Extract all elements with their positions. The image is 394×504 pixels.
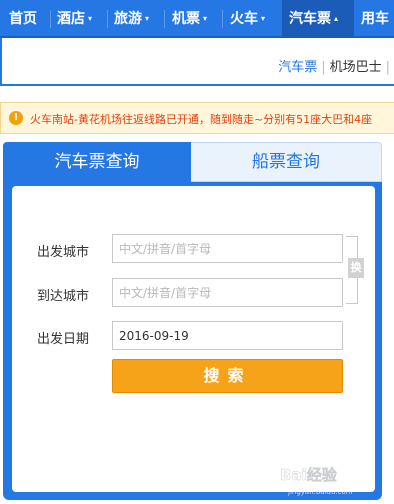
- chevron-down-icon: ▾: [261, 14, 266, 23]
- to-city-input[interactable]: [112, 278, 343, 307]
- nav-divider: [107, 10, 108, 28]
- nav-item-car-rental[interactable]: 用车: [361, 0, 389, 38]
- nav-item-travel[interactable]: 旅游 ▾: [114, 0, 149, 38]
- to-city-label: 到达城市: [37, 289, 90, 304]
- search-panel: 出发城市 换 到达城市 出发日期 搜索: [3, 182, 382, 500]
- nav-item-label: 酒店: [57, 11, 85, 27]
- swap-cities-button[interactable]: 换: [348, 258, 364, 278]
- watermark-text: Bai经验: [280, 466, 338, 484]
- chevron-down-icon: ▾: [88, 14, 93, 23]
- nav-divider: [164, 10, 165, 28]
- tab-ship-ticket-search[interactable]: 船票查询: [191, 142, 382, 182]
- nav-item-train[interactable]: 火车 ▾: [230, 0, 265, 38]
- from-city-input[interactable]: [112, 234, 343, 263]
- nav-item-label: 用车: [361, 11, 389, 27]
- nav-divider: [222, 10, 223, 28]
- departure-date-input[interactable]: [112, 321, 343, 350]
- search-button[interactable]: 搜索: [112, 359, 343, 393]
- warning-icon: !: [9, 111, 23, 125]
- nav-item-label: 首页: [9, 11, 37, 27]
- sub-nav-link-bus-tickets[interactable]: 汽车票: [278, 60, 317, 75]
- notice-text[interactable]: 火车南站-黄花机场往返线路已开通，随到随走~分别有51座大巴和4座: [30, 111, 372, 127]
- watermark-url: jingyan.baidu.com: [287, 488, 353, 496]
- from-city-label: 出发城市: [37, 245, 90, 260]
- nav-item-flights[interactable]: 机票 ▾: [172, 0, 207, 38]
- departure-date-label: 出发日期: [37, 332, 90, 347]
- sub-nav: 汽车票 | 机场巴士 |: [0, 38, 394, 86]
- sub-nav-divider: |: [321, 60, 326, 75]
- notice-bar: ! 火车南站-黄花机场往返线路已开通，随到随走~分别有51座大巴和4座: [0, 102, 394, 134]
- chevron-down-icon: ▾: [145, 14, 150, 23]
- sub-nav-divider: |: [385, 60, 390, 75]
- sub-nav-link-airport-bus[interactable]: 机场巴士: [330, 60, 382, 75]
- baidu-jingyan-watermark: Bai经验 jingyan.baidu.com: [278, 458, 362, 498]
- nav-item-home[interactable]: 首页: [9, 0, 37, 38]
- chevron-down-icon: ▾: [203, 14, 208, 23]
- sub-nav-links: 汽车票 | 机场巴士 |: [278, 56, 394, 75]
- nav-item-label: 旅游: [114, 11, 142, 27]
- nav-item-label: 机票: [172, 11, 200, 27]
- top-nav: 首页 酒店 ▾ 旅游 ▾ 机票 ▾ 火车 ▾ 汽车票 ▴ 用车: [0, 0, 394, 38]
- search-form: 出发城市 换 到达城市 出发日期 搜索: [12, 186, 375, 492]
- nav-item-label: 火车: [230, 11, 258, 27]
- nav-item-hotel[interactable]: 酒店 ▾: [57, 0, 92, 38]
- nav-divider: [50, 10, 51, 28]
- paw-logo-icon: Bai经验 jingyan.baidu.com: [280, 462, 353, 496]
- chevron-up-icon: ▴: [334, 14, 339, 23]
- nav-item-bus-tickets[interactable]: 汽车票 ▴: [282, 0, 354, 38]
- tab-bus-ticket-search[interactable]: 汽车票查询: [3, 142, 191, 182]
- nav-item-label: 汽车票: [289, 11, 331, 27]
